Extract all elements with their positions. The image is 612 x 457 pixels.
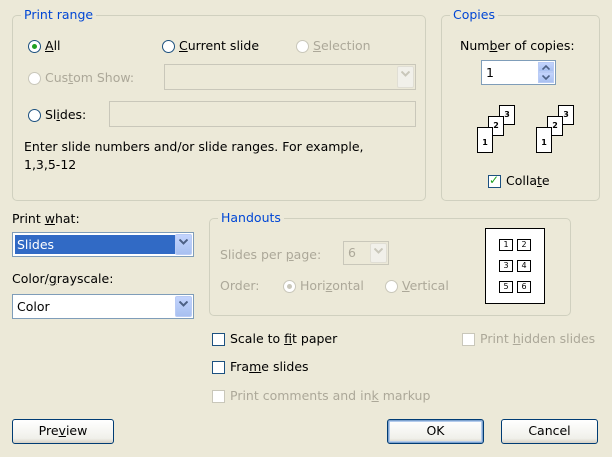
scale-to-fit-checkbox[interactable] (212, 333, 225, 346)
spin-up-button[interactable] (538, 62, 554, 72)
slides-per-page-dropdown: 6 (343, 241, 389, 265)
layout-cell: 5 (499, 281, 513, 293)
frame-slides-label[interactable]: Frame slides (230, 359, 309, 375)
number-of-copies-label: Number of copies: (460, 38, 575, 53)
slides-hint-line2: 1,3,5-12 (24, 157, 77, 172)
preview-button[interactable]: Preview (12, 419, 114, 444)
print-what-dropdown[interactable]: Slides (12, 232, 194, 257)
number-of-copies-value[interactable]: 1 (486, 65, 494, 81)
chevron-down-icon (397, 66, 414, 88)
chevron-down-icon (542, 75, 550, 80)
print-comments-checkbox (212, 390, 225, 403)
layout-cell: 2 (517, 239, 531, 251)
handout-layout-preview: 1 2 3 4 5 6 (485, 228, 545, 304)
vertical-label: Vertical (402, 278, 449, 293)
print-range-legend: Print range (21, 7, 97, 23)
current-slide-label[interactable]: Current slide (179, 38, 259, 54)
frame-slides-checkbox[interactable] (212, 361, 225, 374)
all-label[interactable]: All (45, 38, 61, 54)
print-what-value: Slides (15, 235, 175, 254)
copies-legend: Copies (450, 7, 498, 23)
chevron-down-icon[interactable] (175, 234, 192, 255)
collate-page: 1 (477, 127, 493, 153)
custom-show-dropdown (164, 64, 416, 90)
horizontal-label: Horizontal (300, 278, 364, 293)
slides-hint-line1: Enter slide numbers and/or slide ranges.… (24, 139, 364, 154)
slides-input[interactable] (109, 101, 416, 127)
all-radio[interactable] (28, 40, 41, 53)
slides-per-page-label: Slides per page: (220, 247, 322, 262)
custom-show-radio (28, 72, 41, 85)
number-of-copies-spinner[interactable]: 1 (481, 60, 556, 85)
selection-radio (296, 40, 309, 53)
layout-cell: 6 (517, 281, 531, 293)
order-label: Order: (220, 278, 260, 293)
layout-cell: 3 (499, 260, 513, 272)
horizontal-radio (283, 280, 296, 293)
print-what-label: Print what: (12, 211, 80, 226)
slides-label[interactable]: Slides: (45, 107, 86, 123)
cancel-button[interactable]: Cancel (501, 419, 598, 444)
print-comments-label: Print comments and ink markup (230, 388, 431, 403)
print-hidden-slides-checkbox (462, 333, 475, 346)
scale-to-fit-label[interactable]: Scale to fit paper (230, 331, 337, 347)
layout-cell: 4 (517, 260, 531, 272)
vertical-radio (385, 280, 398, 293)
print-dialog: { "print_range": { "legend": "Print rang… (0, 0, 612, 457)
color-grayscale-label: Color/grayscale: (12, 271, 114, 286)
current-slide-radio[interactable] (162, 40, 175, 53)
slides-radio[interactable] (28, 109, 41, 122)
collate-checkbox[interactable]: ✓ (488, 173, 501, 188)
collate-label[interactable]: Collate (506, 173, 550, 189)
chevron-up-icon (542, 65, 550, 70)
chevron-down-icon[interactable] (175, 296, 192, 317)
selection-label: Selection (313, 38, 371, 53)
spin-down-button[interactable] (538, 72, 554, 83)
layout-cell: 1 (499, 239, 513, 251)
print-hidden-slides-label: Print hidden slides (480, 331, 596, 346)
color-grayscale-dropdown[interactable]: Color (12, 294, 194, 319)
color-grayscale-value: Color (17, 299, 50, 314)
collate-page: 1 (536, 127, 552, 153)
handouts-legend: Handouts (218, 210, 284, 226)
ok-button[interactable]: OK (387, 419, 484, 444)
custom-show-label: Custom Show: (45, 70, 135, 85)
chevron-down-icon (370, 243, 387, 263)
